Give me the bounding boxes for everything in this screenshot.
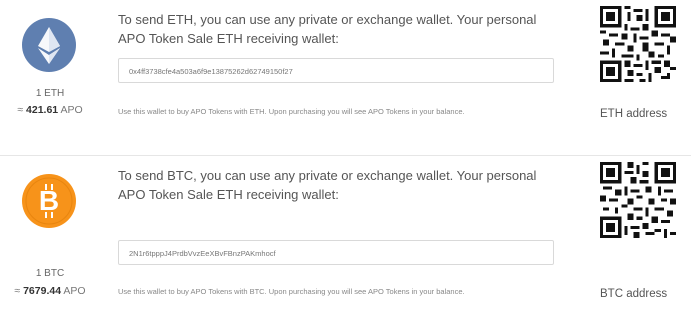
eth-qr-column: ETH address — [590, 0, 691, 155]
btc-qr-label: BTC address — [600, 288, 668, 300]
eth-note: Use this wallet to buy APO Tokens with E… — [118, 107, 465, 116]
eth-qr-code — [600, 6, 676, 82]
btc-qr-code — [600, 162, 676, 238]
btc-rate-value: 7679.44 — [23, 285, 62, 297]
eth-qr-label: ETH address — [600, 108, 668, 120]
btc-note: Use this wallet to buy APO Tokens with B… — [118, 287, 465, 296]
eth-rate-value: 421.61 — [26, 104, 59, 116]
eth-instructions: To send ETH, you can use any private or … — [118, 12, 537, 46]
eth-address-field[interactable]: 0x4ff3738cfe4a503a6f9e13875262d62749150f… — [118, 58, 554, 83]
eth-coin-column: 1 ETH ≈ 421.61 APO — [0, 0, 100, 155]
btc-rate: ≈ 7679.44 APO — [14, 285, 86, 297]
eth-rate: ≈ 421.61 APO — [17, 104, 83, 116]
btc-amount-label: 1 BTC — [35, 268, 65, 279]
btc-payment-block: B 1 BTC ≈ 7679.44 APO To send BTC, you c… — [0, 156, 691, 311]
bitcoin-icon: B — [22, 174, 76, 228]
btc-qr-column: BTC address — [590, 156, 691, 311]
ethereum-icon — [22, 18, 76, 72]
eth-amount-label: 1 ETH — [35, 88, 65, 99]
btc-coin-column: B 1 BTC ≈ 7679.44 APO — [0, 156, 100, 311]
eth-payment-block: 1 ETH ≈ 421.61 APO To send ETH, you can … — [0, 0, 691, 155]
svg-text:B: B — [39, 185, 59, 216]
btc-address-field[interactable]: 2N1r6tpppJ4PrdbVvzEeXBvFBnzPAKmhocf — [118, 240, 554, 265]
btc-instructions: To send BTC, you can use any private or … — [118, 168, 537, 202]
